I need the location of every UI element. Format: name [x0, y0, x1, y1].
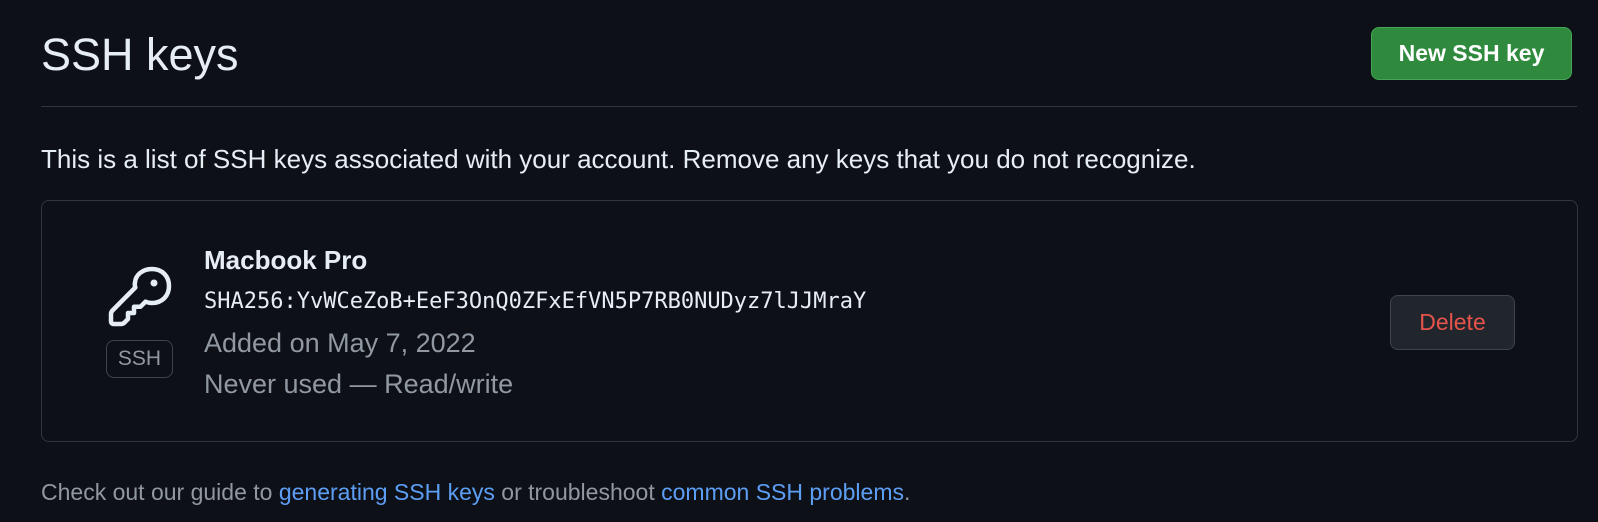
key-icon: [108, 266, 172, 327]
ssh-badge: SSH: [106, 340, 173, 378]
key-icon-hole: [150, 279, 158, 287]
footer-prefix: Check out our guide to: [41, 479, 279, 505]
intro-text: This is a list of SSH keys associated wi…: [41, 144, 1196, 174]
generating-ssh-keys-link[interactable]: generating SSH keys: [279, 479, 495, 505]
ssh-keys-page: SSH keys New SSH key This is a list of S…: [0, 0, 1598, 522]
key-usage: Never used — Read/write: [204, 369, 514, 399]
footer-middle: or troubleshoot: [494, 479, 662, 505]
new-ssh-key-button[interactable]: New SSH key: [1371, 27, 1572, 80]
key-title: Macbook Pro: [204, 245, 368, 275]
common-ssh-problems-link[interactable]: common SSH problems: [661, 479, 904, 505]
footer-suffix: .: [903, 479, 911, 505]
ssh-key-item: SSH Macbook Pro SHA256:YvWCeZoB+EeF3OnQ0…: [41, 200, 1578, 442]
delete-key-button[interactable]: Delete: [1390, 295, 1515, 350]
page-title: SSH keys: [41, 29, 239, 80]
key-added-date: Added on May 7, 2022: [204, 328, 476, 358]
page-header: SSH keys New SSH key: [41, 0, 1577, 107]
key-icon-shape: [108, 266, 172, 327]
key-fingerprint: SHA256:YvWCeZoB+EeF3OnQ0ZFxEfVN5P7RB0NUD…: [204, 289, 867, 314]
footer-guide-text: Check out our guide to generating SSH ke…: [41, 476, 910, 508]
